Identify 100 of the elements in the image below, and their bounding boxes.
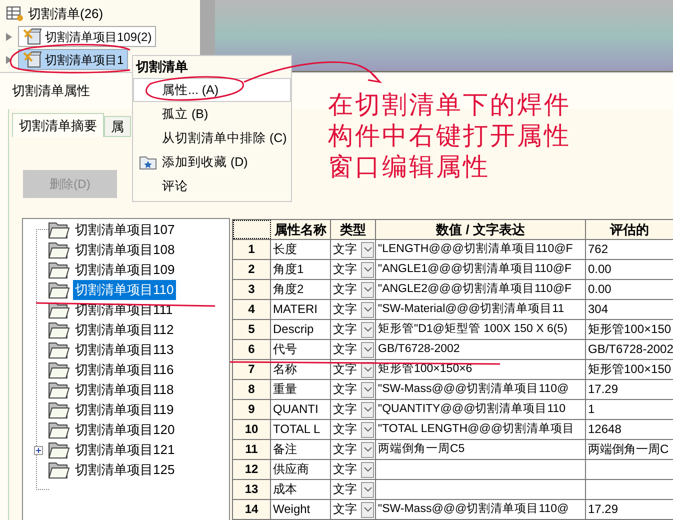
dropdown-button[interactable] xyxy=(361,322,374,338)
dropdown-button[interactable] xyxy=(361,342,374,358)
chevron-down-icon xyxy=(364,287,372,292)
tree-item[interactable]: 切割清单项目113 xyxy=(73,340,176,360)
table-cell-text: 文字 xyxy=(332,301,357,318)
table-cell-text: 文字 xyxy=(332,321,357,338)
table-cell: 0.00 xyxy=(586,280,673,299)
table-cell: 成本 xyxy=(271,480,331,499)
dropdown-button[interactable] xyxy=(361,502,374,518)
dropdown-button[interactable] xyxy=(361,422,374,438)
table-cell: 备注 xyxy=(271,440,331,459)
dropdown-button[interactable] xyxy=(361,402,374,418)
table-cell: 矩形管100×150 xyxy=(586,360,673,379)
dropdown-button[interactable] xyxy=(361,462,374,478)
table-cell: 两端倒角一周C5 xyxy=(376,440,586,459)
table-cell: 762 xyxy=(586,240,673,259)
part-icon xyxy=(22,50,42,68)
column-header[interactable]: 属性名称 xyxy=(271,220,331,239)
annotation-text: 在切割清单下的焊件 xyxy=(328,90,571,121)
feature-tree-item[interactable]: 切割清单项目109(2) xyxy=(18,26,156,47)
menu-item[interactable]: 从切割清单中排除 (C) xyxy=(133,126,291,150)
folder-icon xyxy=(48,361,70,379)
chevron-down-icon xyxy=(364,307,372,312)
table-cell: Descrip xyxy=(271,320,331,339)
table-cell-text: 文字 xyxy=(332,281,357,298)
chevron-down-icon xyxy=(364,447,372,452)
tree-item[interactable]: 切割清单项目119 xyxy=(73,400,176,420)
annotation-text: 构件中右键打开属性 xyxy=(328,121,571,152)
column-header[interactable]: 类型 xyxy=(331,220,376,239)
tab[interactable]: 切割清单摘要 xyxy=(12,113,104,137)
table-cell: "TOTAL LENGTH@@@切割清单项目 xyxy=(376,420,586,439)
column-header[interactable]: 数值 / 文字表达 xyxy=(376,220,586,239)
dropdown-button[interactable] xyxy=(361,302,374,318)
table-cell: 重量 xyxy=(271,380,331,399)
table-cell: 两端倒角一周C xyxy=(586,440,673,459)
tree-item[interactable]: 切割清单项目121 xyxy=(73,440,177,460)
annotation-text: 窗口编辑属性 xyxy=(328,152,491,183)
dropdown-button[interactable] xyxy=(361,442,374,458)
table-cell: GB/T6728-2002 xyxy=(586,340,673,359)
chevron-down-icon xyxy=(364,347,372,352)
tree-item[interactable]: 切割清单项目110 xyxy=(73,280,176,300)
corner-cell[interactable] xyxy=(233,220,271,239)
menu-item[interactable]: 评论 xyxy=(133,174,291,198)
table-cell: MATERI xyxy=(271,300,331,319)
column-header[interactable]: 评估的 xyxy=(586,220,673,239)
table-cell: 12648 xyxy=(586,420,673,439)
tree-root-label[interactable]: 切割清单(26) xyxy=(28,4,104,24)
tree-item[interactable]: 切割清单项目120 xyxy=(73,420,177,440)
table-cell: "QUANTITY@@@切割清单项目110 xyxy=(376,400,586,419)
table-cell: 304 xyxy=(586,300,673,319)
dropdown-button[interactable] xyxy=(361,482,374,498)
folder-icon xyxy=(48,441,70,459)
chevron-down-icon xyxy=(364,487,372,492)
tab[interactable]: 属 xyxy=(104,116,131,137)
chevron-down-icon xyxy=(364,367,372,372)
tree-item[interactable]: 切割清单项目125 xyxy=(73,460,177,480)
menu-item[interactable]: 添加到收藏 (D) xyxy=(133,150,291,174)
table-cell-text: 文字 xyxy=(332,261,357,278)
folder-icon xyxy=(48,261,70,279)
tree-item[interactable]: 切割清单项目116 xyxy=(73,360,176,380)
feature-tree-item[interactable]: 切割清单项目1 xyxy=(18,49,128,70)
expand-icon[interactable] xyxy=(34,446,42,454)
folder-icon xyxy=(48,461,70,479)
tree-item[interactable]: 切割清单项目118 xyxy=(73,380,176,400)
table-cell-text: 文字 xyxy=(332,441,357,458)
folder-icon xyxy=(48,221,70,239)
chevron-down-icon xyxy=(364,507,372,512)
folder-icon xyxy=(48,281,70,299)
table-cell: 角度1 xyxy=(271,260,331,279)
table-icon xyxy=(6,6,24,22)
tree-item[interactable]: 切割清单项目112 xyxy=(73,320,176,340)
table-cell: QUANTI xyxy=(271,400,331,419)
tree-item[interactable]: 切割清单项目107 xyxy=(73,220,177,240)
dropdown-button[interactable] xyxy=(361,382,374,398)
expand-arrow-icon[interactable] xyxy=(6,32,12,40)
dialog-title: 切割清单属性 xyxy=(12,82,90,100)
chevron-down-icon xyxy=(364,407,372,412)
dropdown-button[interactable] xyxy=(361,242,374,258)
chevron-down-icon xyxy=(364,247,372,252)
menu-item[interactable]: 孤立 (B) xyxy=(133,102,291,126)
folder-icon xyxy=(48,241,70,259)
folder-icon xyxy=(48,381,70,399)
table-cell: "ANGLE2@@@切割清单项目110@F xyxy=(376,280,586,299)
table-cell: 矩形管"D1@矩型管 100X 150 X 6(5) xyxy=(376,320,586,339)
expand-arrow-icon[interactable] xyxy=(6,56,12,64)
table-cell: "SW-Mass@@@切割清单项目110@ xyxy=(376,500,586,519)
table-cell: "SW-Mass@@@切割清单项目110@ xyxy=(376,380,586,399)
table-cell: 供应商 xyxy=(271,460,331,479)
table-cell-text: 文字 xyxy=(332,381,357,398)
table-cell-text: 文字 xyxy=(332,501,357,518)
table-cell: 1 xyxy=(586,400,673,419)
dropdown-button[interactable] xyxy=(361,262,374,278)
table-cell: 17.29 xyxy=(586,500,673,519)
part-icon xyxy=(22,28,42,46)
table-cell: GB/T6728-2002 xyxy=(376,340,586,359)
tree-item[interactable]: 切割清单项目109 xyxy=(73,260,177,280)
chevron-down-icon xyxy=(364,327,372,332)
dropdown-button[interactable] xyxy=(361,282,374,298)
tree-item[interactable]: 切割清单项目108 xyxy=(73,240,177,260)
menu-item[interactable]: 属性... (A) xyxy=(133,78,291,102)
